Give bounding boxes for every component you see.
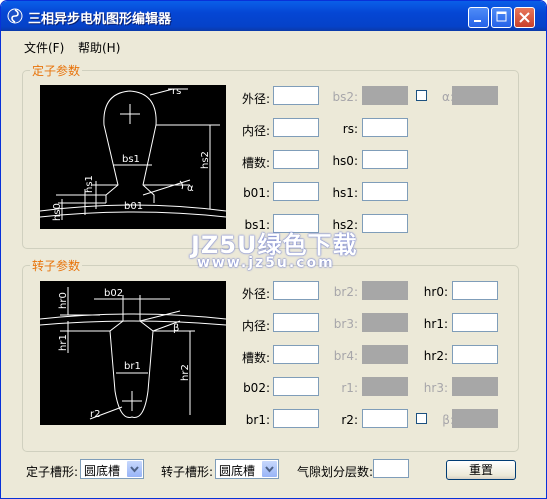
- stator-hs1-input[interactable]: [362, 182, 408, 201]
- rotor-b02-input[interactable]: [273, 377, 319, 396]
- diagram-label-hr0: hr0: [58, 292, 69, 309]
- maximize-button[interactable]: [491, 7, 512, 28]
- watermark-url: www.jz5u.com: [197, 255, 335, 271]
- stator-bs2-input: [362, 86, 408, 105]
- rotor-slots-input[interactable]: [273, 345, 319, 364]
- chevron-down-icon: [265, 466, 274, 473]
- diagram-label-hs1: hs1: [84, 175, 95, 193]
- diagram-label-alpha: α: [187, 183, 194, 194]
- stator-alpha-input: [452, 86, 498, 105]
- rotor-inner-input[interactable]: [273, 313, 319, 332]
- rotor-slot-shape-label: 转子槽形:: [161, 465, 214, 479]
- diagram-label-hr2: hr2: [180, 364, 191, 381]
- stator-b01-label: b01:: [243, 186, 270, 200]
- stator-slots-label: 槽数:: [241, 156, 270, 170]
- rotor-br1-label: br1:: [245, 413, 270, 427]
- minimize-button[interactable]: [468, 7, 489, 28]
- rotor-group-title: 转子参数: [30, 257, 83, 274]
- rotor-hr3-input: [452, 377, 498, 396]
- stator-slot-shape-label: 定子槽形:: [26, 465, 79, 479]
- rotor-outer-label: 外径:: [241, 287, 270, 301]
- app-icon: [7, 8, 23, 24]
- airgap-layers-label: 气隙划分层数:: [297, 465, 374, 479]
- rotor-br2-input: [362, 281, 408, 300]
- rotor-br1-input[interactable]: [273, 409, 319, 428]
- stator-slot-shape-value: 圆底槽: [84, 464, 121, 478]
- rotor-r1-label: r1:: [341, 381, 358, 395]
- stator-rs-label: rs:: [342, 122, 358, 136]
- diagram-label-b02: b02: [104, 288, 123, 299]
- stator-hs1-label: hs1:: [332, 186, 358, 200]
- rotor-hr3-label: hr3:: [423, 381, 448, 395]
- stator-slots-input[interactable]: [273, 150, 319, 169]
- rotor-diagram: hr0 b02 hr1 β br1 hr2 r2: [39, 281, 227, 425]
- app-window: 三相异步电机图形编辑器 文件(F) 帮助(H) 定子参数 rs bs1 b01 …: [0, 0, 547, 499]
- stator-inner-label: 内径:: [241, 124, 270, 138]
- stator-slot-shape-select[interactable]: 圆底槽: [80, 459, 144, 479]
- rotor-beta-input: [452, 409, 498, 428]
- diagram-label-r2: r2: [90, 409, 100, 420]
- rotor-br4-input: [362, 345, 408, 364]
- rotor-slot-dropdown-button[interactable]: [262, 461, 277, 477]
- rotor-br4-label: br4:: [333, 349, 358, 363]
- stator-group-title: 定子参数: [30, 62, 83, 79]
- close-icon: [519, 12, 530, 23]
- airgap-layers-input[interactable]: [373, 459, 409, 478]
- diagram-label-hs2: hs2: [200, 151, 211, 169]
- stator-rs-input[interactable]: [362, 118, 408, 137]
- stator-inner-input[interactable]: [273, 118, 319, 137]
- stator-slot-dropdown-button[interactable]: [127, 461, 142, 477]
- window-title: 三相异步电机图形编辑器: [28, 12, 172, 27]
- minimize-icon: [474, 20, 481, 22]
- rotor-slot-shape-select[interactable]: 圆底槽: [215, 459, 279, 479]
- rotor-inner-label: 内径:: [241, 319, 270, 333]
- rotor-slots-label: 槽数:: [241, 351, 270, 365]
- rotor-hr0-label: hr0:: [423, 285, 448, 299]
- rotor-hr2-input[interactable]: [452, 345, 498, 364]
- reset-button[interactable]: 重置: [446, 460, 516, 480]
- stator-diagram: rs bs1 b01 α hs2 hs1 hs0: [39, 85, 227, 229]
- stator-hs0-input[interactable]: [362, 150, 408, 169]
- diagram-label-beta: β: [173, 323, 179, 334]
- diagram-label-bs1: bs1: [122, 154, 140, 165]
- chevron-down-icon: [130, 466, 139, 473]
- stator-b01-input[interactable]: [273, 182, 319, 201]
- rotor-r2-input[interactable]: [362, 409, 408, 428]
- rotor-hr2-label: hr2:: [423, 349, 448, 363]
- rotor-br3-label: br3:: [333, 317, 358, 331]
- rotor-br3-input: [362, 313, 408, 332]
- title-bar: 三相异步电机图形编辑器: [1, 1, 546, 31]
- stator-hs2-input[interactable]: [362, 214, 408, 233]
- rotor-b02-label: b02:: [243, 381, 270, 395]
- diagram-label-rs: rs: [172, 86, 181, 97]
- stator-slot-drawing: rs bs1 b01 α hs2 hs1 hs0: [39, 86, 227, 221]
- stator-bs2-label: bs2:: [332, 90, 358, 104]
- diagram-label-hs0: hs0: [52, 203, 63, 221]
- stator-alpha-checkbox[interactable]: [416, 90, 427, 101]
- rotor-slot-shape-value: 圆底槽: [219, 464, 256, 478]
- rotor-hr1-label: hr1:: [423, 317, 448, 331]
- rotor-hr0-input[interactable]: [452, 281, 498, 300]
- stator-hs0-label: hs0:: [332, 154, 358, 168]
- diagram-label-br1: br1: [124, 361, 141, 372]
- diagram-label-b01: b01: [124, 201, 143, 212]
- rotor-r2-label: r2:: [341, 413, 358, 427]
- rotor-br2-label: br2:: [333, 285, 358, 299]
- rotor-r1-input: [362, 377, 408, 396]
- menu-help[interactable]: 帮助(H): [78, 39, 120, 56]
- diagram-label-hr1: hr1: [58, 334, 69, 351]
- rotor-beta-checkbox[interactable]: [416, 413, 427, 424]
- close-button[interactable]: [514, 7, 535, 28]
- rotor-slot-drawing: hr0 b02 hr1 β br1 hr2 r2: [39, 287, 227, 420]
- maximize-icon: [496, 11, 507, 22]
- rotor-hr1-input[interactable]: [452, 313, 498, 332]
- menu-file[interactable]: 文件(F): [24, 39, 64, 56]
- rotor-outer-input[interactable]: [273, 281, 319, 300]
- stator-outer-input[interactable]: [273, 86, 319, 105]
- stator-outer-label: 外径:: [241, 92, 270, 106]
